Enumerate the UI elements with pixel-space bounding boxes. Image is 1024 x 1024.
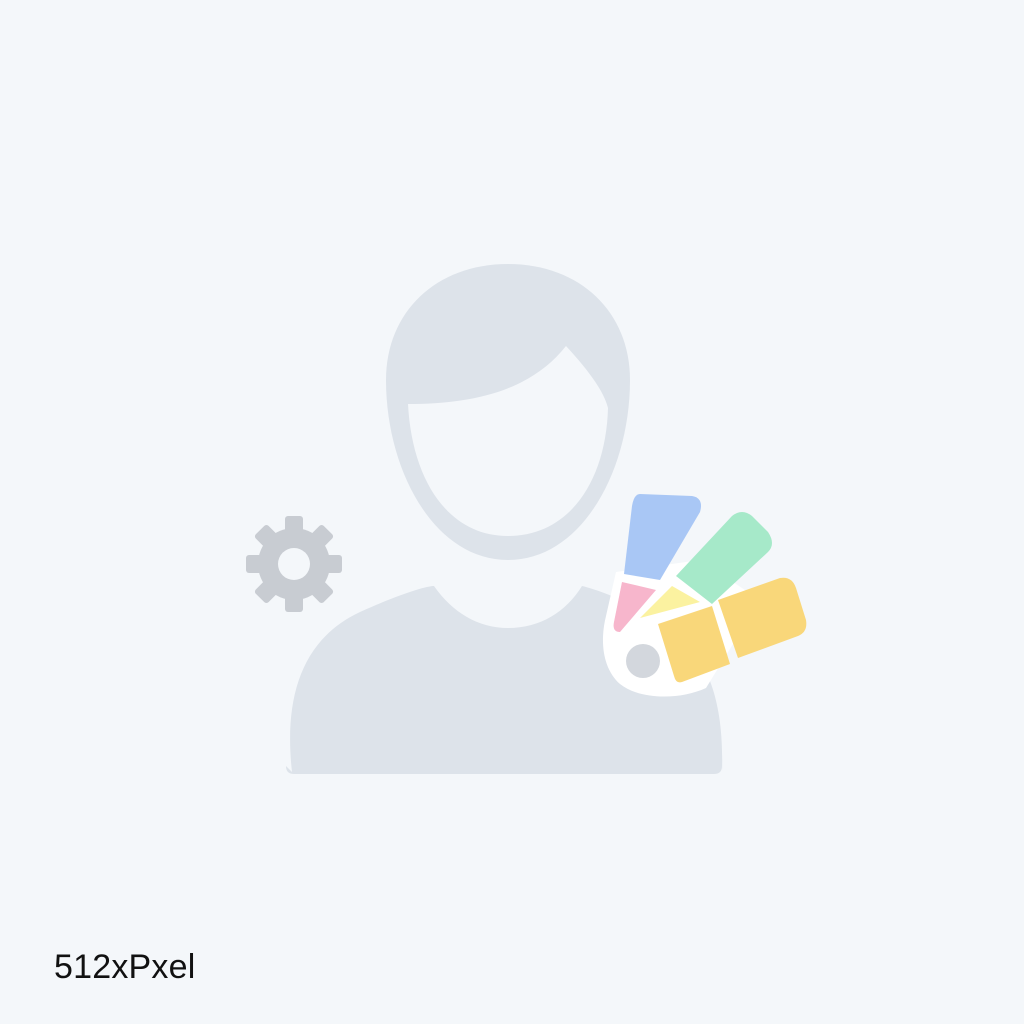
placeholder-canvas: 512xPxel bbox=[0, 0, 1024, 1024]
swatch-pivot bbox=[626, 644, 660, 678]
avatar-customization-illustration bbox=[246, 264, 807, 774]
watermark-text: 512xPxel bbox=[54, 948, 196, 986]
color-swatch-fan-icon bbox=[602, 494, 807, 697]
gear-icon bbox=[246, 516, 342, 612]
